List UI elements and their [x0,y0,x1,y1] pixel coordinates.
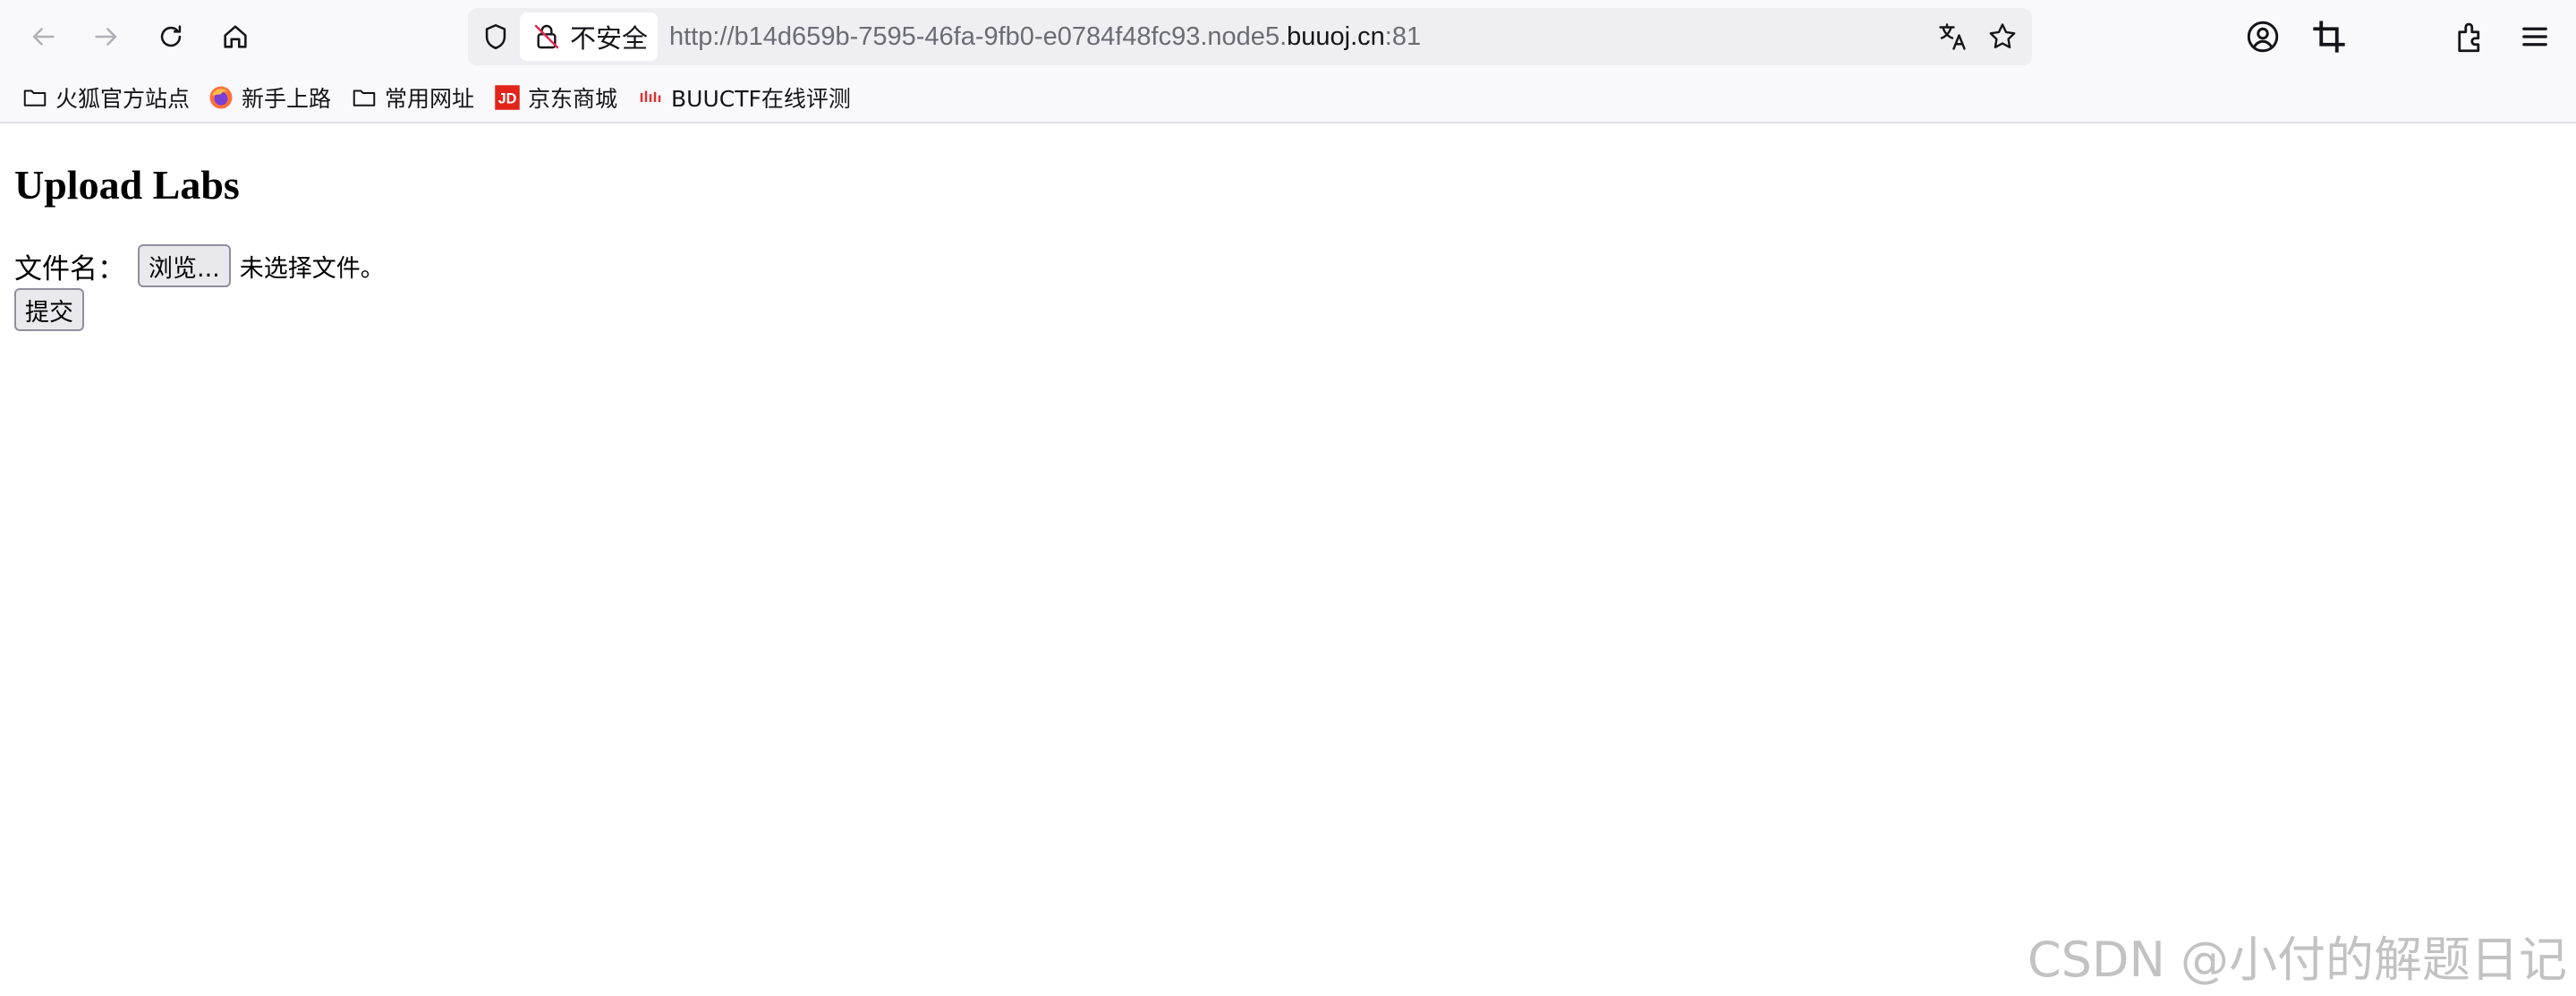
back-arrow-icon[interactable] [22,16,64,57]
insecure-connection-indicator[interactable]: 不安全 [520,13,658,61]
bookmark-getting-started[interactable]: 新手上路 [208,79,331,116]
reload-icon[interactable] [150,16,191,57]
screenshot-crop-icon[interactable] [2310,18,2348,55]
page-title: Upload Labs [14,162,240,208]
folder-icon [353,89,376,106]
file-upload-row: 文件名： 浏览... 未选择文件。 [14,244,385,287]
submit-button[interactable]: 提交 [14,288,84,331]
url-suffix: :81 [1384,22,1422,51]
bookmark-label: 常用网址 [385,86,475,112]
bookmarks-toolbar: 火狐官方站点 新手上路 常用网址 JD 京东商城 BUUCTF在线评测 [0,79,2576,116]
shield-icon[interactable] [480,21,511,52]
home-icon[interactable] [215,16,256,57]
insecure-lock-icon [534,24,559,49]
url-domain: buuoj.cn [1287,22,1385,51]
forward-arrow-icon[interactable] [86,16,127,57]
no-file-selected-text: 未选择文件。 [239,254,385,283]
browser-chrome: 不安全 http://b14d659b-7595-46fa-9fb0-e0784… [0,0,2576,123]
bookmark-star-icon[interactable] [1986,21,2019,53]
menu-icon[interactable] [2516,18,2554,55]
bookmark-jd[interactable]: JD 京东商城 [494,79,617,116]
browse-button[interactable]: 浏览... [138,244,231,287]
svg-text:JD: JD [498,90,517,106]
bookmark-common-sites[interactable]: 常用网址 [351,79,474,116]
extensions-icon[interactable] [2452,18,2489,55]
insecure-label: 不安全 [570,23,649,54]
url-text[interactable]: http://b14d659b-7595-46fa-9fb0-e0784f48f… [669,8,1421,65]
bookmark-label: 火狐官方站点 [55,86,191,112]
bookmark-label: BUUCTF在线评测 [671,86,851,112]
jd-logo-icon: JD [495,85,520,110]
bookmark-buuctf[interactable]: BUUCTF在线评测 [637,79,851,116]
csdn-watermark: CSDN @小付的解题日记 [2027,932,2567,988]
file-label: 文件名： [14,252,125,285]
buuctf-logo-icon [640,90,661,102]
firefox-logo-icon [209,86,233,109]
account-icon[interactable] [2244,18,2282,55]
bookmark-label: 京东商城 [528,86,618,112]
navigation-toolbar: 不安全 http://b14d659b-7595-46fa-9fb0-e0784… [0,0,2576,73]
url-prefix: http://b14d659b-7595-46fa-9fb0-e0784f48f… [669,22,1288,51]
bookmark-label: 新手上路 [242,86,332,112]
url-bar[interactable]: 不安全 http://b14d659b-7595-46fa-9fb0-e0784… [468,8,2032,65]
folder-icon [23,89,47,106]
bookmark-firefox-official[interactable]: 火狐官方站点 [21,79,190,116]
translate-icon[interactable] [1936,21,1968,53]
